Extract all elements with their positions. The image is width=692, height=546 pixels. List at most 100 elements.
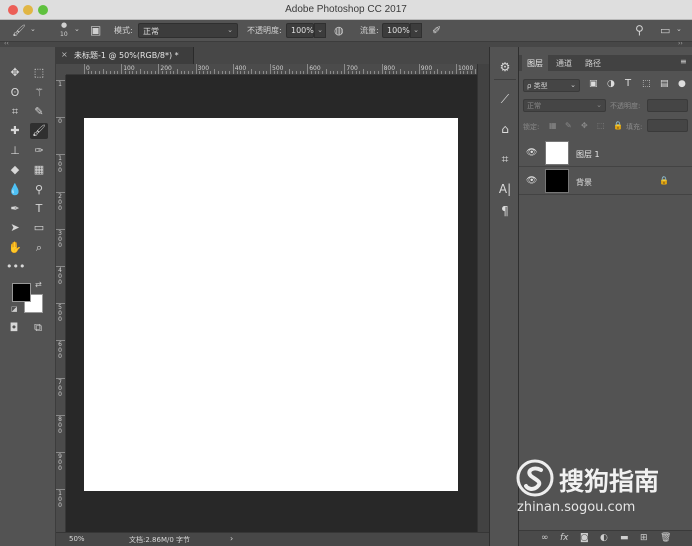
tab-paths[interactable]: 路径: [580, 55, 606, 71]
opacity-input[interactable]: 100%: [286, 23, 314, 38]
brush-picker-caret-icon[interactable]: ⌄: [74, 25, 80, 33]
close-tab-icon[interactable]: ×: [61, 50, 68, 59]
history-brush-tool-icon[interactable]: ✑: [30, 143, 48, 159]
ruler-tick: [307, 64, 309, 74]
filter-adjustment-icon[interactable]: ◑: [607, 79, 615, 89]
lock-all-icon[interactable]: 🔒: [613, 121, 623, 130]
mode-select[interactable]: 正常 ⌄: [138, 23, 238, 38]
fill-input[interactable]: [647, 119, 688, 132]
lock-artboard-icon[interactable]: ⬚: [597, 121, 605, 130]
quick-mask-icon[interactable]: ◘: [5, 320, 23, 336]
vertical-scrollbar[interactable]: [477, 64, 489, 532]
mask-icon[interactable]: ◙: [580, 533, 589, 543]
brush-tool-icon[interactable]: 🖌: [12, 24, 26, 37]
ruler-tick-label: 1: [58, 81, 62, 88]
blur-tool-icon[interactable]: 💧: [6, 182, 24, 198]
panel-menu-icon[interactable]: ≡: [680, 57, 687, 66]
foreground-color-swatch[interactable]: [12, 283, 31, 302]
visibility-eye-icon[interactable]: 👁: [526, 148, 537, 158]
zoom-level[interactable]: 50%: [69, 535, 85, 543]
filter-type-icon[interactable]: T: [625, 78, 631, 89]
ruler-origin[interactable]: [56, 64, 66, 75]
character-panel-icon[interactable]: A|: [496, 181, 514, 197]
lock-transparent-icon[interactable]: ▦: [549, 121, 557, 130]
crop-tool-icon[interactable]: ⌗: [6, 104, 24, 120]
blend-mode-value: 正常: [527, 102, 541, 110]
brush-panel-toggle-icon[interactable]: ▣: [90, 23, 101, 37]
layer-name[interactable]: 背景: [576, 177, 592, 188]
tab-layers[interactable]: 图层: [522, 55, 548, 71]
properties-icon[interactable]: ⌂: [496, 121, 514, 137]
filter-kind-select[interactable]: ρ 类型 ⌄: [523, 79, 580, 92]
libraries-icon[interactable]: ⚙: [496, 59, 514, 75]
pressure-opacity-icon[interactable]: ◍: [334, 24, 344, 37]
workspace-caret-icon[interactable]: ⌄: [676, 25, 682, 33]
adjustment-icon[interactable]: ◐: [600, 533, 608, 543]
type-tool-icon[interactable]: T: [30, 201, 48, 217]
lock-position-icon[interactable]: ✥: [581, 121, 588, 130]
filter-toggle-icon[interactable]: ●: [678, 79, 686, 89]
document-canvas[interactable]: [84, 118, 458, 491]
filter-pixel-icon[interactable]: ▣: [589, 79, 598, 89]
flow-input[interactable]: 100%: [382, 23, 410, 38]
visibility-eye-icon[interactable]: 👁: [526, 176, 537, 186]
gradient-tool-icon[interactable]: ▦: [30, 162, 48, 178]
link-icon[interactable]: ∞: [541, 533, 549, 543]
ruler-tick: [56, 117, 65, 119]
quick-selection-tool-icon[interactable]: ⚚: [30, 85, 48, 101]
tab-channels[interactable]: 通道: [551, 55, 577, 71]
search-icon[interactable]: ⚲: [635, 23, 644, 37]
lock-pixels-icon[interactable]: ✎: [565, 121, 572, 130]
ruler-minor-tick: [165, 71, 167, 74]
dodge-tool-icon[interactable]: ⚲: [30, 182, 48, 198]
document-info[interactable]: 文档:2.86M/0 字节: [129, 535, 190, 545]
swap-colors-icon[interactable]: ⇄: [35, 280, 42, 289]
layer-name[interactable]: 图层 1: [576, 149, 600, 160]
default-colors-icon[interactable]: ◪: [11, 305, 18, 313]
adjustments-icon[interactable]: ⟋: [496, 91, 514, 107]
eyedropper-tool-icon[interactable]: ✎: [30, 104, 48, 120]
pen-tool-icon[interactable]: ✒: [6, 201, 24, 217]
move-tool-icon[interactable]: ✥: [6, 65, 24, 81]
clone-stamp-tool-icon[interactable]: ⊥: [6, 143, 24, 159]
ruler-minor-tick: [296, 71, 298, 74]
zoom-tool-icon[interactable]: ⌕: [30, 240, 48, 256]
edit-toolbar-icon[interactable]: •••: [6, 259, 25, 275]
collapse-right-icon[interactable]: ››: [678, 40, 683, 47]
horizontal-ruler[interactable]: 0 100 200 300 400 500 600 700 800 900 1000: [66, 64, 477, 75]
filter-shape-icon[interactable]: ⬚: [642, 79, 651, 89]
folder-icon[interactable]: ▬: [620, 533, 629, 543]
lasso-tool-icon[interactable]: ʘ: [6, 85, 24, 101]
workspace-switcher-icon[interactable]: ▭: [660, 24, 670, 37]
brush-preview-icon[interactable]: ●: [61, 21, 67, 29]
fx-icon[interactable]: fx: [560, 533, 569, 543]
opacity-dropdown-button[interactable]: ⌄: [314, 23, 326, 38]
flow-dropdown-button[interactable]: ⌄: [410, 23, 422, 38]
crop-panel-icon[interactable]: ⌗: [496, 151, 514, 167]
trash-icon[interactable]: 🗑: [660, 533, 671, 543]
collapse-left-icon[interactable]: ‹‹: [4, 40, 9, 47]
status-menu-arrow[interactable]: ›: [230, 534, 233, 543]
healing-brush-tool-icon[interactable]: ✚: [6, 123, 24, 139]
layer-row[interactable]: 👁 背景 🔒: [519, 167, 692, 195]
path-selection-tool-icon[interactable]: ➤: [6, 220, 24, 236]
layer-row[interactable]: 👁 图层 1: [519, 139, 692, 167]
ruler-minor-tick: [284, 71, 286, 74]
marquee-tool-icon[interactable]: ⬚: [30, 65, 48, 81]
document-tab[interactable]: × 未标题-1 @ 50%(RGB/8*) *: [56, 47, 194, 64]
ruler-minor-tick: [210, 71, 212, 74]
layer-opacity-input[interactable]: [647, 99, 688, 112]
paragraph-panel-icon[interactable]: ¶: [496, 203, 514, 219]
hand-tool-icon[interactable]: ✋: [6, 240, 24, 256]
filter-smart-object-icon[interactable]: ▤: [660, 79, 669, 89]
ruler-minor-tick: [177, 69, 178, 74]
blend-mode-select[interactable]: 正常 ⌄: [523, 99, 606, 112]
vertical-ruler[interactable]: 1 0 1 0 0 2 0 0 3 0 0 4 0 0 5 0 0 6 0 0 7 0 0 8 0…: [56, 75, 66, 532]
screen-mode-icon[interactable]: ⧉: [29, 320, 47, 336]
brush-tool-icon[interactable]: 🖌: [30, 123, 48, 139]
eraser-tool-icon[interactable]: ◆: [6, 162, 24, 178]
new-layer-icon[interactable]: ⊞: [640, 533, 648, 543]
rectangle-tool-icon[interactable]: ▭: [30, 220, 48, 236]
tool-preset-caret-icon[interactable]: ⌄: [30, 25, 36, 33]
airbrush-icon[interactable]: ✐: [432, 24, 441, 37]
